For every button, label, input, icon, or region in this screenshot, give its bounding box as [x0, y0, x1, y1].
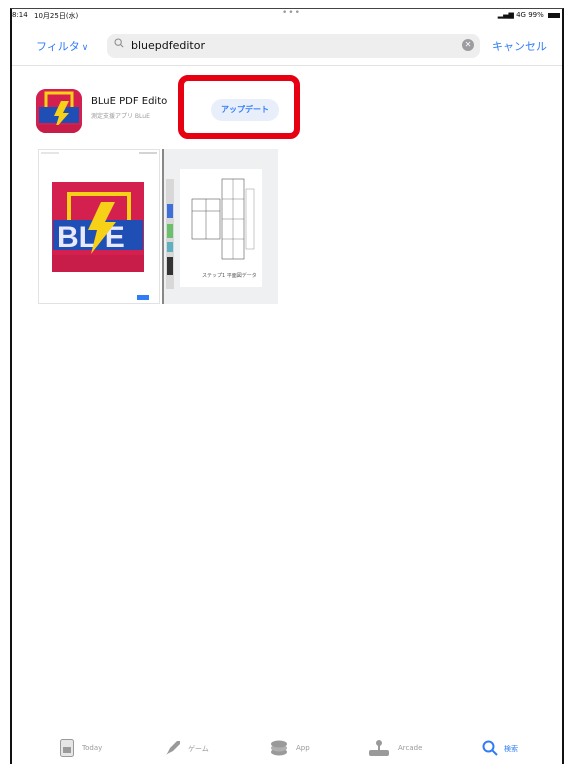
tab-games-label: ゲーム — [188, 745, 209, 753]
cancel-button[interactable]: キャンセル — [492, 38, 547, 54]
tab-today-label: Today — [82, 744, 103, 752]
signal-icon: ▂▄▆ — [497, 11, 514, 19]
today-icon — [60, 739, 74, 757]
ipad-screen: 8:14 10月25日(水) ••• ▂▄▆ 4G 99% フィルタ ∨ blue… — [10, 8, 564, 764]
app-screenshot-2[interactable]: ステップ1 平面図データ — [162, 149, 278, 304]
filter-label: フィルタ — [36, 40, 80, 53]
tab-arcade-label: Arcade — [398, 744, 423, 752]
screenshot-2-caption: ステップ1 平面図データ — [202, 272, 257, 279]
status-bar: 8:14 10月25日(水) ••• ▂▄▆ 4G 99% — [12, 9, 562, 23]
battery-percent: 99% — [528, 11, 544, 19]
screenshot-2-image: ステップ1 平面図データ — [162, 149, 262, 304]
app-screenshot-1[interactable]: BL E — [38, 149, 160, 304]
status-time: 8:14 — [12, 11, 28, 19]
search-row: フィルタ ∨ bluepdfeditor ✕ キャンセル — [12, 29, 562, 59]
search-input[interactable]: bluepdfeditor ✕ — [107, 34, 480, 58]
red-highlight-box — [178, 75, 300, 139]
filter-button[interactable]: フィルタ ∨ — [36, 38, 88, 54]
tab-bar: Today ゲーム App Arcade 検索 — [12, 724, 562, 764]
tab-search-label: 検索 — [504, 745, 518, 753]
network-type: 4G — [516, 11, 526, 19]
apps-stack-icon — [271, 740, 287, 756]
search-query: bluepdfeditor — [131, 39, 205, 52]
divider — [12, 65, 562, 66]
app-subtitle: 測定支援アプリ BLuE — [91, 113, 150, 120]
blue-pdf-editor-app-icon[interactable] — [36, 89, 82, 133]
tab-app-label: App — [296, 744, 310, 752]
magnifier-icon — [114, 38, 124, 48]
status-right: ▂▄▆ 4G 99% — [498, 11, 560, 19]
joystick-icon — [369, 740, 389, 756]
status-date: 10月25日(水) — [34, 12, 79, 20]
multitasking-dots-icon[interactable]: ••• — [282, 9, 301, 18]
chevron-down-icon: ∨ — [81, 43, 89, 53]
rocket-icon — [166, 741, 180, 755]
clear-search-icon[interactable]: ✕ — [462, 39, 474, 51]
app-name: BLuE PDF Edito — [91, 96, 168, 107]
screenshot-1-image: BL E — [41, 152, 157, 300]
search-icon — [482, 740, 498, 756]
battery-icon — [548, 12, 560, 18]
